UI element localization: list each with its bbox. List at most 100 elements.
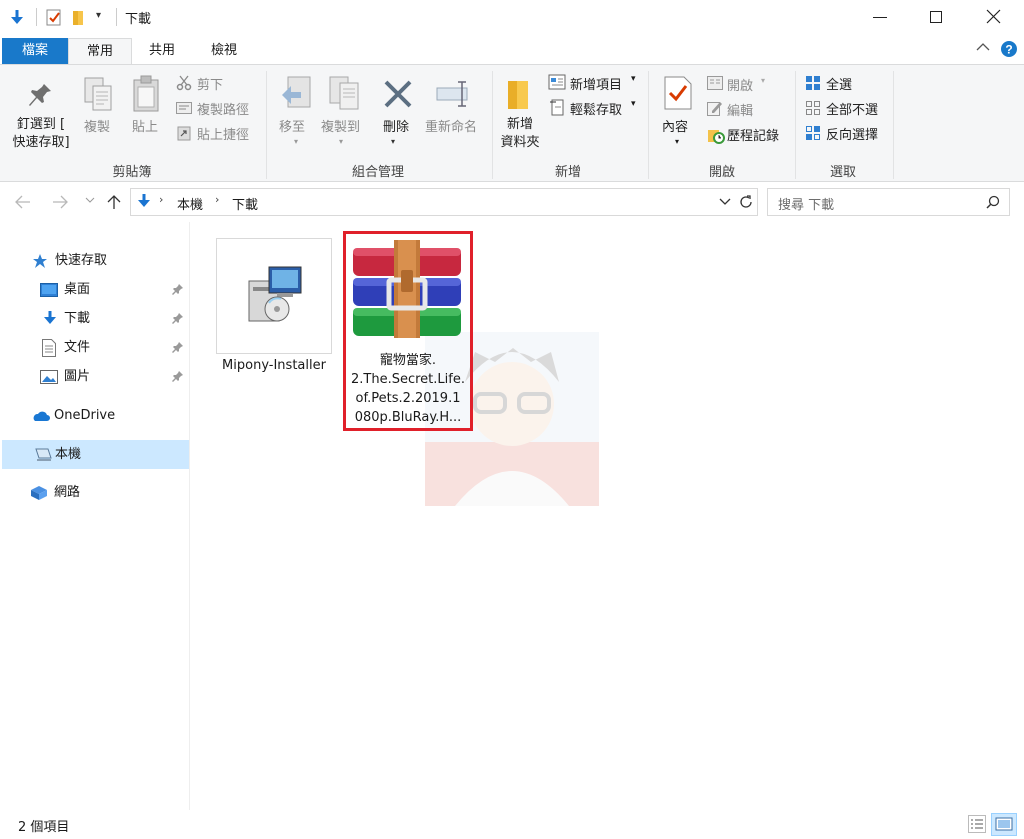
select-group-label: 選取 (829, 165, 856, 180)
ribbon: 釘選到 [ 快速存取] 複製 貼上 剪下 複製路徑 貼上捷徑 剪貼簿 移至 ▾ … (0, 64, 1024, 182)
copy-to-button[interactable]: 複製到 (321, 116, 360, 135)
document-icon (42, 339, 56, 357)
new-folder-icon (506, 75, 534, 111)
large-icons-view-button[interactable] (991, 813, 1017, 836)
nav-item-label: 圖片 (64, 369, 91, 384)
svg-text:?: ? (1005, 43, 1012, 57)
organize-group-label: 組合管理 (351, 165, 404, 180)
nav-item-documents[interactable]: 文件 (40, 333, 190, 362)
select-all-icon (805, 75, 821, 91)
pin-icon[interactable] (172, 341, 184, 353)
move-to-button[interactable]: 移至 (279, 116, 305, 135)
tab-share[interactable]: 共用 (134, 38, 190, 64)
properties-button[interactable]: 內容 (662, 116, 688, 135)
refresh-button[interactable] (738, 194, 754, 210)
file-item-mipony[interactable]: Mipony-Installer (216, 238, 332, 388)
file-list: Mipony-Installer 寵物當家. 2.The.Secret.Life… (191, 222, 1024, 810)
pin-label-line2: 快速存取] (12, 135, 70, 150)
pin-icon[interactable] (172, 312, 184, 324)
paste-button[interactable]: 貼上 (132, 116, 158, 135)
rename-icon (436, 79, 472, 109)
download-folder-icon (42, 310, 58, 328)
tab-home[interactable]: 常用 (68, 38, 132, 66)
edit-button[interactable]: 編輯 (727, 100, 753, 119)
copy-path-button[interactable]: 複製路徑 (197, 99, 249, 118)
help-icon[interactable]: ? (1000, 40, 1018, 58)
tab-file[interactable]: 檔案 (2, 38, 68, 64)
navigation-pane: 快速存取 桌面 下載 文件 圖片 OneDrive 本機 網路 (0, 222, 190, 810)
paste-shortcut-icon (177, 125, 191, 141)
nav-this-pc[interactable]: 本機 (2, 440, 189, 469)
new-folder-qat-icon[interactable] (72, 9, 86, 26)
divider (36, 8, 37, 26)
nav-item-desktop[interactable]: 桌面 (40, 275, 190, 304)
open-button[interactable]: 開啟 (727, 75, 753, 94)
move-to-icon (280, 75, 312, 113)
rename-button[interactable]: 重新命名 (425, 116, 477, 135)
breadcrumb-downloads[interactable]: 下載 (232, 194, 258, 213)
search-box[interactable]: 搜尋 下載 (767, 188, 1010, 216)
easy-access-button[interactable]: 輕鬆存取 (570, 99, 622, 118)
back-button[interactable] (15, 195, 31, 209)
pin-label-line1: 釘選到 [ (16, 117, 66, 132)
pin-icon[interactable] (172, 283, 184, 295)
select-all-button[interactable]: 全選 (826, 74, 852, 93)
delete-button[interactable]: 刪除 (383, 116, 409, 135)
breadcrumb-this-pc[interactable]: 本機 (177, 194, 203, 213)
customize-qat-icon[interactable]: ▾ (96, 10, 101, 21)
recent-locations-button[interactable] (85, 196, 95, 204)
copy-button[interactable]: 複製 (84, 116, 110, 135)
collapse-ribbon-icon[interactable] (976, 42, 990, 52)
properties-icon (664, 76, 692, 110)
star-icon (32, 253, 48, 269)
close-button[interactable] (986, 9, 1001, 24)
rar-archive-icon (351, 240, 465, 340)
select-none-icon (805, 100, 821, 116)
new-folder-button[interactable]: 新增 資料夾 (496, 116, 544, 152)
edit-icon (707, 100, 723, 116)
download-folder-icon (136, 193, 152, 211)
new-folder-label-line1: 新增 (506, 117, 533, 132)
pin-to-quick-access-button[interactable]: 釘選到 [ 快速存取] (6, 116, 76, 152)
chevron-right-icon[interactable]: › (215, 193, 219, 206)
file-item-rar-archive[interactable]: 寵物當家. 2.The.Secret.Life. of.Pets.2.2019.… (343, 231, 473, 431)
nav-item-pictures[interactable]: 圖片 (40, 362, 190, 391)
copy-path-icon (176, 101, 192, 115)
group-separator (492, 71, 493, 179)
address-bar[interactable]: › 本機 › 下載 (130, 188, 758, 216)
file-name: 寵物當家. 2.The.Secret.Life. of.Pets.2.2019.… (346, 351, 470, 427)
title-bar: ▾ 下載 (0, 0, 1024, 36)
forward-button[interactable] (52, 195, 68, 209)
up-button[interactable] (107, 194, 121, 210)
easy-access-icon (549, 98, 565, 116)
address-history-button[interactable] (719, 198, 731, 206)
chevron-down-icon: ▾ (339, 137, 344, 146)
new-item-button[interactable]: 新增項目 (570, 74, 622, 93)
nav-item-label: 文件 (64, 340, 91, 355)
paste-shortcut-button[interactable]: 貼上捷徑 (197, 124, 249, 143)
open-icon (707, 76, 723, 90)
clipboard-group-label: 剪貼簿 (112, 165, 152, 180)
search-icon[interactable] (986, 195, 1000, 209)
nav-item-downloads[interactable]: 下載 (40, 304, 190, 333)
minimize-button[interactable] (873, 17, 887, 18)
group-separator (795, 71, 796, 179)
cut-button[interactable]: 剪下 (197, 74, 223, 93)
chevron-down-icon: ▾ (631, 99, 636, 109)
properties-qat-icon[interactable] (46, 9, 62, 26)
chevron-down-icon: ▾ (294, 137, 299, 146)
nav-item-label: 桌面 (64, 282, 91, 297)
pin-icon[interactable] (172, 370, 184, 382)
history-button[interactable]: 歷程記錄 (727, 125, 779, 144)
open-group-label: 開啟 (708, 165, 735, 180)
tab-view[interactable]: 檢視 (196, 38, 252, 64)
maximize-button[interactable] (930, 11, 942, 23)
details-view-button[interactable] (968, 815, 986, 833)
installer-icon (247, 265, 303, 327)
invert-selection-button[interactable]: 反向選擇 (826, 124, 878, 143)
select-none-button[interactable]: 全部不選 (826, 99, 878, 118)
copy-to-icon (328, 75, 362, 113)
pictures-icon (40, 370, 58, 384)
search-input[interactable]: 搜尋 下載 (778, 194, 834, 213)
chevron-right-icon[interactable]: › (159, 193, 163, 206)
